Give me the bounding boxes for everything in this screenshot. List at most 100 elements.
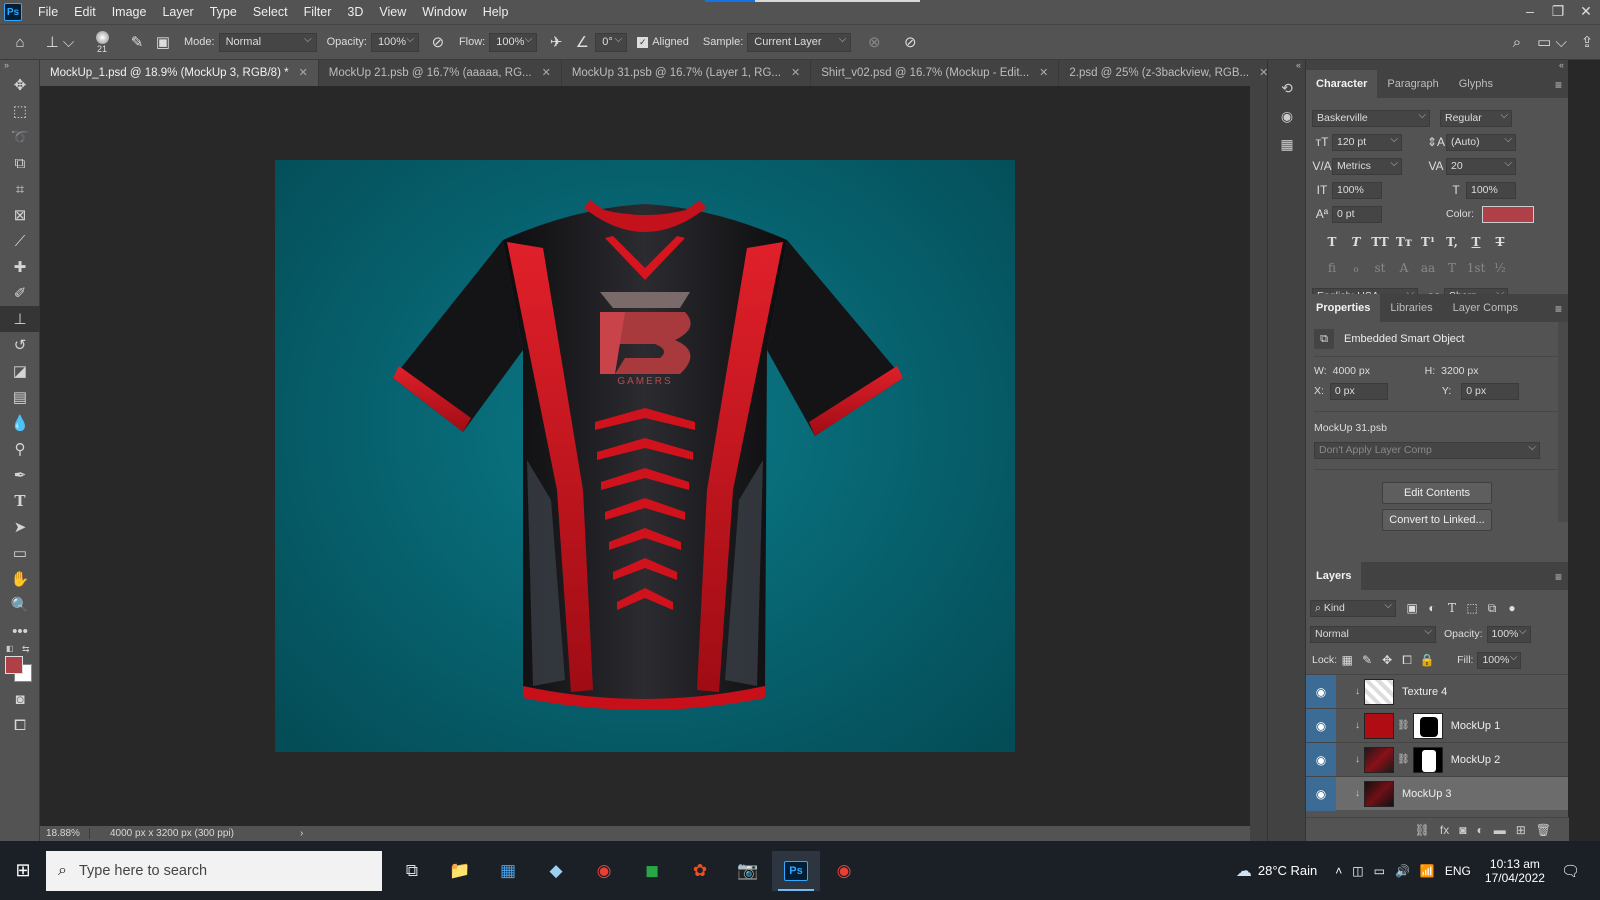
tab-layer-comps[interactable]: Layer Comps <box>1443 294 1528 322</box>
swash-button[interactable]: A <box>1392 261 1416 275</box>
layer-row-texture-4[interactable]: ◉ ↓ Texture 4 <box>1306 674 1568 709</box>
color-panel-icon[interactable]: ◉ <box>1268 102 1306 130</box>
zoom-level[interactable]: 18.88% <box>40 828 90 839</box>
subscript-button[interactable]: T, <box>1440 235 1464 249</box>
panel-menu-icon[interactable]: ≡ <box>1555 78 1562 92</box>
tab-mockup21[interactable]: MockUp 21.psb @ 16.7% (aaaaa, RG... ✕ <box>319 60 562 86</box>
leading-field[interactable]: (Auto) <box>1446 132 1516 151</box>
airbrush-icon[interactable]: ✈ <box>543 29 569 55</box>
layer-row-mockup-1[interactable]: ◉ ↓ ⛓ MockUp 1 <box>1306 708 1568 743</box>
layer-row-mockup-2[interactable]: ◉ ↓ ⛓ MockUp 2 <box>1306 742 1568 777</box>
menu-view[interactable]: View <box>371 0 414 24</box>
strikethrough-button[interactable]: T <box>1488 235 1512 249</box>
blur-tool-icon[interactable]: 💧 <box>0 410 40 436</box>
discretionary-ligatures-button[interactable]: st <box>1368 261 1392 275</box>
history-panel-icon[interactable]: ⟲ <box>1268 74 1306 102</box>
adjustment-layer-icon[interactable]: ◐ <box>1476 823 1483 837</box>
layer-row-mockup-3[interactable]: ◉ ↓ MockUp 3 <box>1306 776 1568 811</box>
crop-tool-icon[interactable]: ⌗ <box>0 176 40 202</box>
clone-stamp-preset-icon[interactable]: ⊥ ⌵ <box>40 29 80 55</box>
chrome-icon[interactable]: ◉ <box>820 851 868 891</box>
edit-contents-button[interactable]: Edit Contents <box>1382 482 1492 504</box>
windows-start-icon[interactable]: ⊞ <box>0 851 46 891</box>
close-icon[interactable]: ✕ <box>1572 0 1600 22</box>
collapse-panels-icon[interactable]: « <box>1268 60 1305 74</box>
chrome-icon[interactable]: ◉ <box>580 851 628 891</box>
tab-libraries[interactable]: Libraries <box>1380 294 1442 322</box>
tab-paragraph[interactable]: Paragraph <box>1377 70 1448 98</box>
pixel-filter-icon[interactable]: ▣ <box>1402 601 1422 615</box>
rectangle-tool-icon[interactable]: ▭ <box>0 540 40 566</box>
fill-field[interactable]: 100% <box>1477 650 1522 669</box>
notes-app-icon[interactable]: ◆ <box>532 851 580 891</box>
color-swatches[interactable]: ◧ ⇆ <box>0 644 39 686</box>
language-indicator[interactable]: ENG <box>1445 864 1471 878</box>
path-select-tool-icon[interactable]: ➤ <box>0 514 40 540</box>
layer-name[interactable]: MockUp 1 <box>1451 720 1501 732</box>
chevron-up-icon[interactable]: ˄ <box>1335 864 1342 878</box>
lock-all-icon[interactable]: 🔒 <box>1417 653 1437 667</box>
font-size-field[interactable]: 120 pt <box>1332 132 1402 151</box>
collapse-toolbox-icon[interactable]: » <box>0 60 39 72</box>
pressure-opacity-icon[interactable]: ⊘ <box>425 29 451 55</box>
weather-text[interactable]: 28°C Rain <box>1258 863 1317 878</box>
small-caps-button[interactable]: Tт <box>1392 235 1416 249</box>
ligatures-button[interactable]: fi <box>1320 261 1344 275</box>
panel-menu-icon[interactable]: ≡ <box>1555 302 1562 316</box>
move-tool-icon[interactable]: ✥ <box>0 72 40 98</box>
filter-toggle-icon[interactable]: ● <box>1502 601 1522 615</box>
link-layers-icon[interactable]: ⛓ <box>1415 823 1430 837</box>
tab-properties[interactable]: Properties <box>1306 294 1381 322</box>
stylistic-alternates-button[interactable]: aa <box>1416 261 1440 275</box>
opacity-field[interactable]: 100% <box>370 31 419 52</box>
menu-help[interactable]: Help <box>475 0 517 24</box>
menu-select[interactable]: Select <box>245 0 296 24</box>
hand-tool-icon[interactable]: ✋ <box>0 566 40 592</box>
new-group-icon[interactable]: ▬ <box>1494 823 1506 837</box>
swatches-panel-icon[interactable]: ▦ <box>1268 130 1306 158</box>
text-color-swatch[interactable] <box>1482 205 1535 223</box>
meet-now-icon[interactable]: ◫ <box>1352 864 1363 878</box>
flow-field[interactable]: 100% <box>489 31 538 52</box>
clock[interactable]: 10:13 am 17/04/2022 <box>1485 857 1545 885</box>
frame-tool-icon[interactable]: ⊠ <box>0 202 40 228</box>
lock-artboard-icon[interactable]: ⧠ <box>1397 653 1417 668</box>
shape-filter-icon[interactable]: ⬚ <box>1462 601 1482 615</box>
home-icon[interactable]: ⌂ <box>0 29 40 55</box>
eye-icon[interactable]: ◉ <box>1306 674 1336 709</box>
app-green-icon[interactable]: ◼ <box>628 851 676 891</box>
lock-position-icon[interactable]: ✥ <box>1377 653 1397 667</box>
tab-character[interactable]: Character <box>1306 70 1378 98</box>
more-tools-icon[interactable]: ••• <box>0 618 40 644</box>
eyedropper-tool-icon[interactable]: ⟋ <box>0 228 40 254</box>
volume-icon[interactable]: 🔊 <box>1395 864 1410 878</box>
chain-link-icon[interactable]: ⛓ <box>1397 754 1410 765</box>
convert-to-linked-button[interactable]: Convert to Linked... <box>1382 509 1492 531</box>
eye-icon[interactable]: ◉ <box>1306 776 1336 811</box>
layer-opacity-field[interactable]: 100% <box>1486 624 1531 643</box>
search-icon[interactable]: ⌕ <box>1504 29 1530 55</box>
adjustment-filter-icon[interactable]: ◐ <box>1422 601 1442 615</box>
default-colors-icon[interactable]: ◧ <box>6 644 14 653</box>
ordinals-button[interactable]: 1st <box>1464 261 1488 275</box>
file-explorer-icon[interactable]: 📁 <box>436 851 484 891</box>
brush-settings-icon[interactable]: ✎ <box>124 29 150 55</box>
history-brush-tool-icon[interactable]: ↺ <box>0 332 40 358</box>
tab-2psd[interactable]: 2.psd @ 25% (z-3backview, RGB... ✕ <box>1059 60 1280 86</box>
faux-italic-button[interactable]: T <box>1344 235 1368 249</box>
trash-icon[interactable]: 🗑 <box>1536 823 1551 837</box>
aligned-checkbox[interactable]: ✓ Aligned <box>637 36 689 48</box>
menu-filter[interactable]: Filter <box>296 0 340 24</box>
y-field[interactable]: 0 px <box>1461 382 1520 400</box>
menu-edit[interactable]: Edit <box>66 0 104 24</box>
lasso-tool-icon[interactable]: ➰ <box>0 124 40 150</box>
eye-icon[interactable]: ◉ <box>1306 742 1336 777</box>
screen-mode-icon[interactable]: ⧠ <box>0 712 40 738</box>
menu-type[interactable]: Type <box>202 0 245 24</box>
fx-icon[interactable]: fx <box>1440 823 1449 837</box>
clone-stamp-tool-icon[interactable]: ⊥ <box>0 306 40 332</box>
tracking-field[interactable]: 20 <box>1446 156 1516 175</box>
all-caps-button[interactable]: TT <box>1368 235 1392 249</box>
faux-bold-button[interactable]: T <box>1320 235 1344 249</box>
titling-alternates-button[interactable]: T <box>1440 261 1464 275</box>
